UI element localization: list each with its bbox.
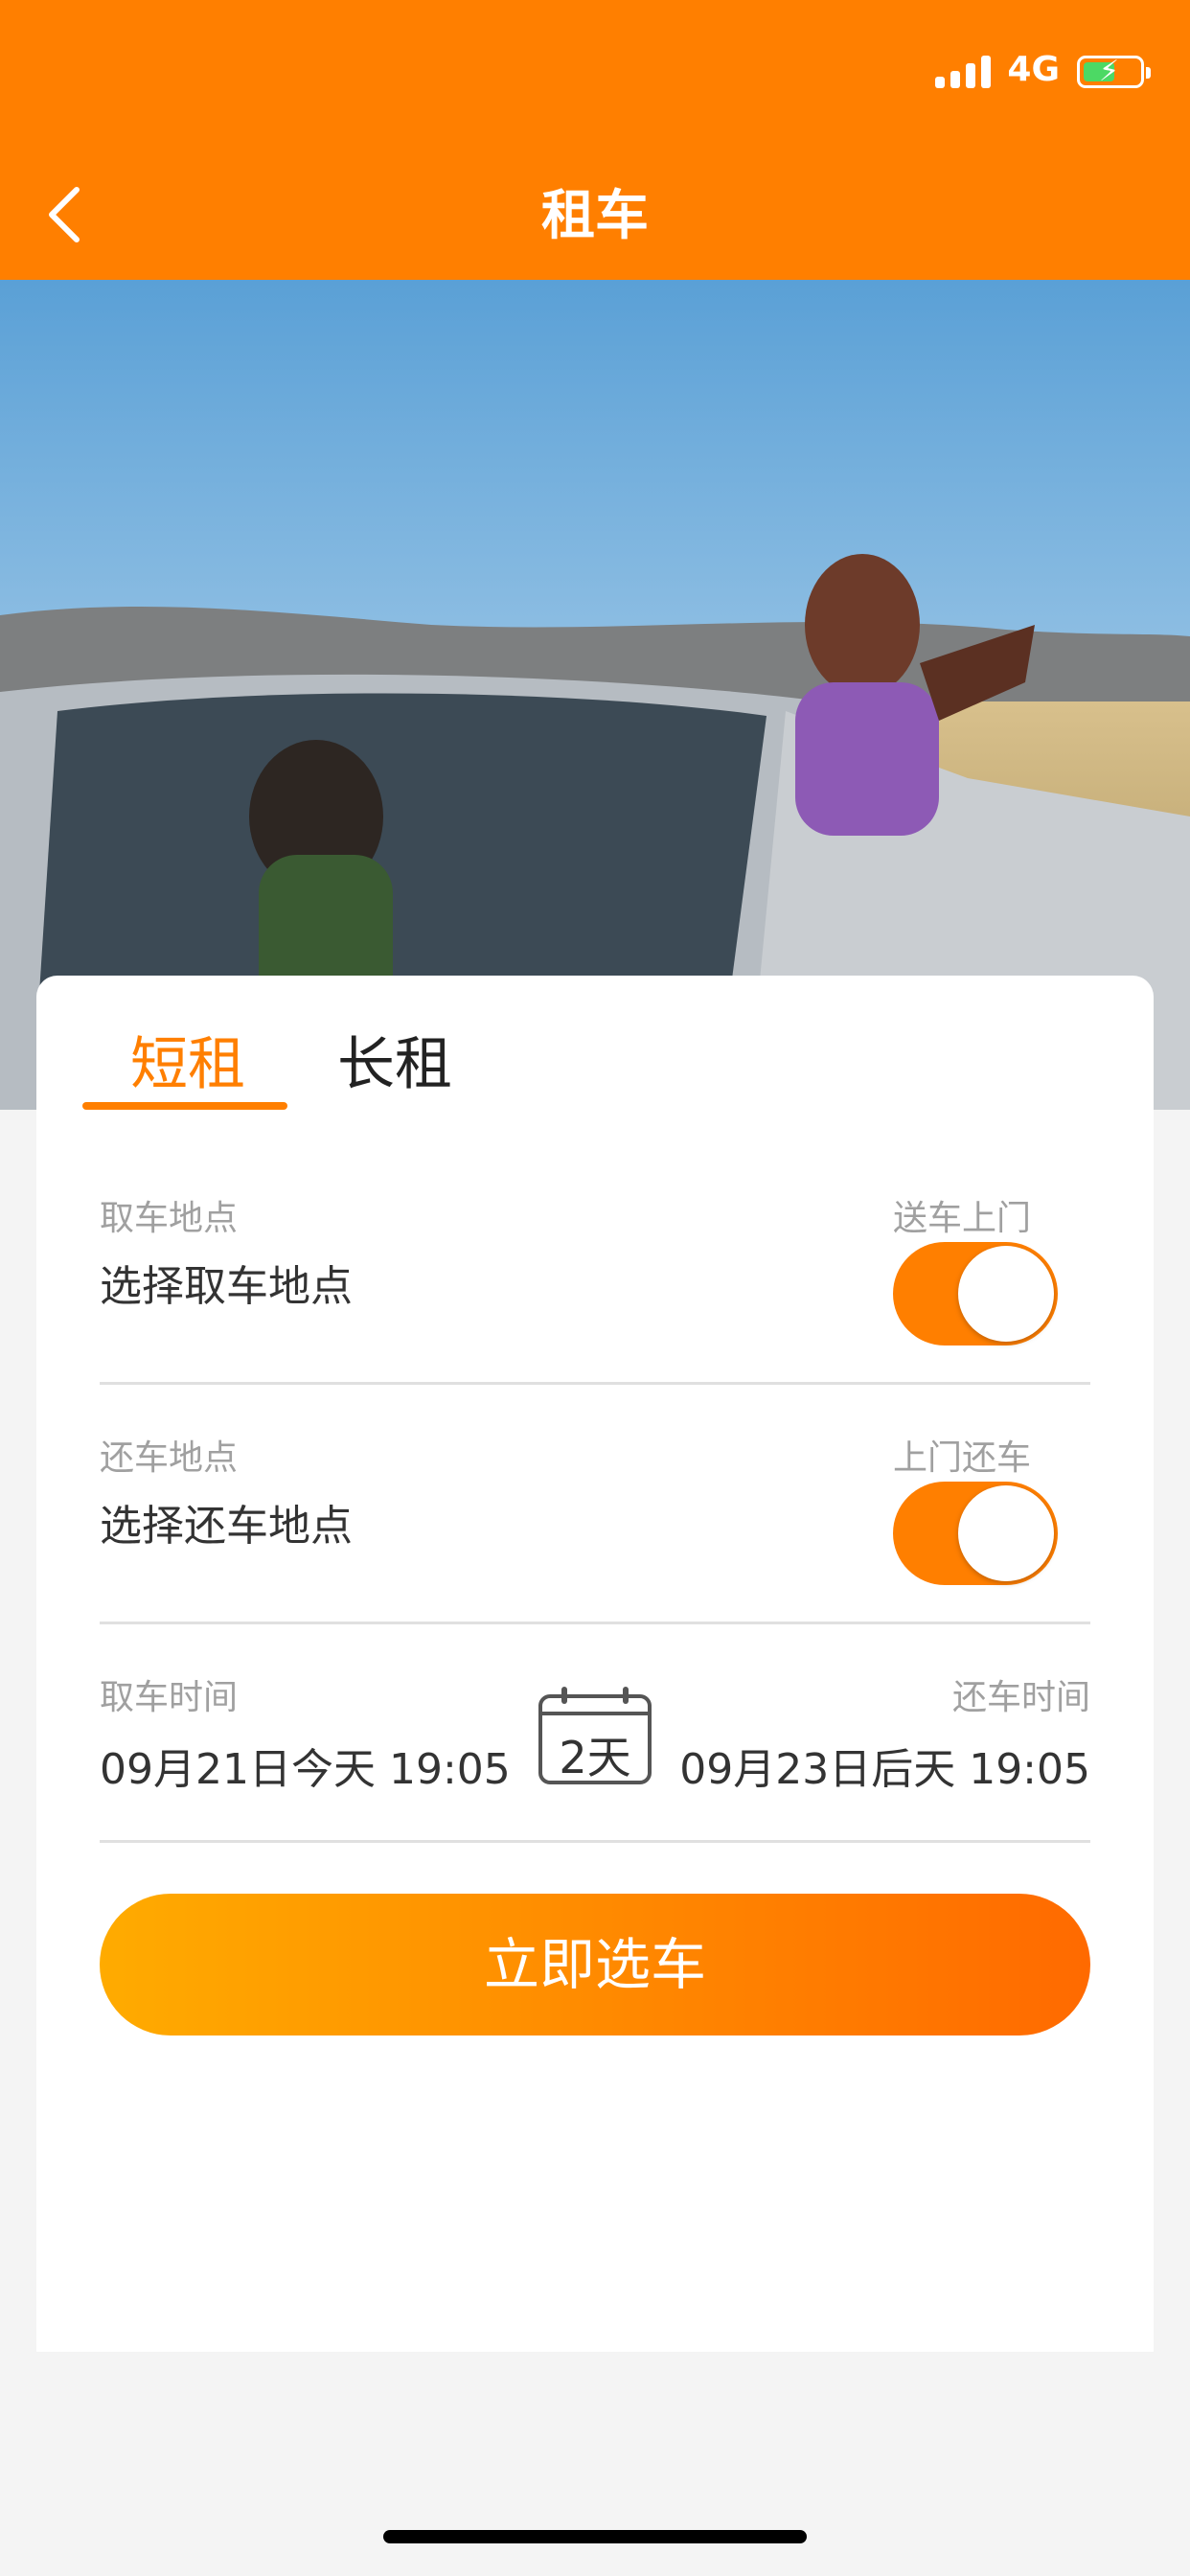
tab-underline <box>82 1102 287 1110</box>
return-time-field[interactable]: 09月23日后天 19:05 <box>679 1735 1090 1796</box>
pickup-location-label: 取车地点 <box>100 1199 239 1238</box>
delivery-toggle-label: 送车上门 <box>893 1199 1032 1238</box>
rental-duration: 2天 <box>559 1732 631 1783</box>
nav-bar: 租车 <box>0 144 1190 280</box>
network-type: 4G <box>1007 50 1060 89</box>
choose-car-button[interactable]: 立即选车 <box>100 1894 1090 2036</box>
toggle-knob <box>958 1246 1054 1342</box>
pickup-service-toggle-label: 上门还车 <box>893 1438 1032 1478</box>
return-time-label: 还车时间 <box>951 1678 1090 1717</box>
home-indicator[interactable] <box>383 2530 807 2543</box>
divider <box>100 1622 1090 1624</box>
rental-duration-badge: 2天 <box>538 1687 652 1784</box>
pickup-time-field[interactable]: 09月21日今天 19:05 <box>100 1735 511 1796</box>
return-location-label: 还车地点 <box>100 1438 239 1478</box>
toggle-knob <box>958 1485 1054 1581</box>
tab-long-term[interactable]: 长租 <box>337 1018 452 1123</box>
pickup-location-field[interactable]: 选择取车地点 <box>100 1252 353 1313</box>
pickup-time-label: 取车时间 <box>100 1678 239 1717</box>
page-title: 租车 <box>541 185 649 247</box>
divider <box>100 1840 1090 1843</box>
divider <box>100 1382 1090 1385</box>
signal-icon <box>935 56 991 88</box>
pickup-service-toggle[interactable] <box>893 1482 1058 1585</box>
status-bar: 4G ⚡ <box>0 0 1190 144</box>
battery-icon: ⚡ <box>1077 56 1151 88</box>
delivery-toggle[interactable] <box>893 1242 1058 1346</box>
rental-form-card: 短租 长租 取车地点 选择取车地点 送车上门 还车地点 选择还车地点 上门还车 … <box>36 976 1154 2352</box>
return-location-field[interactable]: 选择还车地点 <box>100 1491 353 1552</box>
